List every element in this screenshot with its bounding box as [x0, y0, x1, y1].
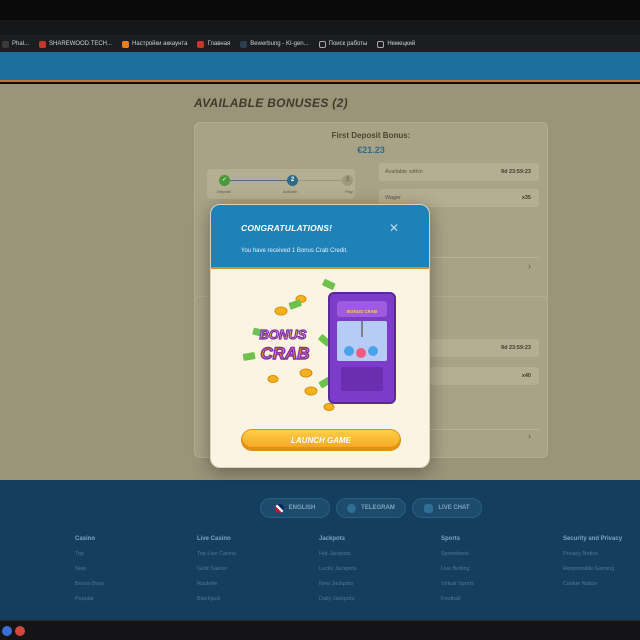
- browser-toolbar: [0, 20, 640, 36]
- check-icon: ✓: [219, 175, 230, 186]
- footer-link[interactable]: New Jackpots: [319, 581, 357, 587]
- footer-link[interactable]: Virtual Sports: [441, 581, 474, 587]
- bookmark[interactable]: SHAREWOOD.TECH...: [39, 40, 112, 48]
- site-footer: ENGLISH TELEGRAM LIVE CHAT Casino Top Ne…: [0, 480, 640, 620]
- footer-link[interactable]: Sportsbook: [441, 551, 474, 557]
- footer-link[interactable]: Gold Saloon: [197, 566, 236, 572]
- info-value: x40: [521, 373, 531, 379]
- step-3-dot: 3: [342, 175, 353, 186]
- bonus-card-title: First Deposit Bonus:: [331, 131, 411, 140]
- footer-link[interactable]: New: [75, 566, 104, 572]
- footer-link[interactable]: Blackjack: [197, 596, 236, 602]
- info-key: Available within: [385, 169, 423, 175]
- step-2-dot: 2: [287, 175, 298, 186]
- footer-link[interactable]: Daily Jackpots: [319, 596, 357, 602]
- bookmark[interactable]: Немецкий: [377, 40, 415, 48]
- live-chat-button[interactable]: LIVE CHAT: [412, 498, 482, 518]
- footer-link[interactable]: Popular: [75, 596, 104, 602]
- footer-heading: Live Casino: [197, 536, 231, 542]
- app-icon[interactable]: [2, 626, 12, 636]
- telegram-button[interactable]: TELEGRAM: [336, 498, 406, 518]
- footer-heading: Security and Privacy: [563, 536, 623, 542]
- footer-link[interactable]: Football: [441, 596, 474, 602]
- footer-link[interactable]: Hot Jackpots: [319, 551, 357, 557]
- step-label: Play: [345, 189, 353, 194]
- bookmark-icon: [197, 40, 205, 48]
- bookmark-icon: [39, 40, 47, 48]
- language-button[interactable]: ENGLISH: [260, 498, 330, 518]
- machine-label: BONUS CRAB: [347, 309, 378, 314]
- info-value: 9d 23:59:23: [501, 169, 531, 175]
- bookmark[interactable]: Главная: [197, 40, 230, 48]
- step-label: Activate: [283, 189, 298, 194]
- modal-header: CONGRATULATIONS! You have received 1 Bon…: [211, 205, 429, 269]
- step-label: Deposit: [217, 189, 231, 194]
- footer-column-sports: Sports Sportsbook Live Betting Virtual S…: [441, 536, 474, 611]
- footer-column-live-casino: Live Casino Top Live Casino Gold Saloon …: [197, 536, 236, 611]
- logo-bonus-text: BONUS: [260, 327, 307, 342]
- bookmark-icon: [2, 40, 9, 48]
- step-connector: [298, 180, 342, 181]
- congratulations-modal: CONGRATULATIONS! You have received 1 Bon…: [210, 204, 430, 468]
- footer-link[interactable]: Bonus Buys: [75, 581, 104, 587]
- bookmark[interactable]: Поиск работы: [318, 40, 367, 48]
- telegram-icon: [347, 503, 357, 513]
- modal-title: CONGRATULATIONS!: [241, 223, 333, 233]
- folder-icon: [318, 40, 326, 48]
- screen: Phal... SHAREWOOD.TECH... Настройки акка…: [0, 0, 640, 640]
- bookmark-icon: [240, 40, 248, 48]
- footer-link[interactable]: Live Betting: [441, 566, 474, 572]
- footer-heading: Jackpots: [319, 536, 346, 542]
- info-row-available: Available within 9d 23:59:23: [379, 163, 539, 181]
- footer-link[interactable]: Cookie Notice: [563, 581, 622, 587]
- footer-link[interactable]: Roulette: [197, 581, 236, 587]
- step-connector: [230, 180, 287, 181]
- footer-column-jackpots: Jackpots Hot Jackpots Lucky Jackpots New…: [319, 536, 357, 611]
- site-header: [0, 52, 640, 82]
- footer-heading: Casino: [75, 536, 96, 542]
- bookmark[interactable]: Bewerbung - KI-gen...: [240, 40, 309, 48]
- footer-link[interactable]: Lucky Jackpots: [319, 566, 357, 572]
- footer-column-casino: Casino Top New Bonus Buys Popular: [75, 536, 104, 611]
- modal-message: You have received 1 Bonus Crab Credit.: [241, 248, 348, 254]
- chevron-right-icon[interactable]: ›: [528, 261, 531, 271]
- chevron-right-icon[interactable]: ›: [528, 431, 531, 441]
- footer-link[interactable]: Privacy Notice: [563, 551, 622, 557]
- footer-column-security: Security and Privacy Privacy Notice Resp…: [563, 536, 622, 596]
- chat-icon: [424, 503, 434, 513]
- close-icon[interactable]: ✕: [387, 221, 401, 235]
- bookmark-icon: [122, 40, 130, 48]
- footer-link[interactable]: Top Live Casino: [197, 551, 236, 557]
- page-title: AVAILABLE BONUSES (2): [194, 96, 348, 110]
- app-icon[interactable]: [15, 626, 25, 636]
- bonus-crab-illustration: BONUS CRAB BONUS CRAB: [242, 279, 396, 411]
- browser-titlebar: [0, 0, 640, 20]
- bonus-card-amount: €21.23: [357, 145, 385, 155]
- os-taskbar: [0, 620, 640, 640]
- bookmarks-bar: Phal... SHAREWOOD.TECH... Настройки акка…: [0, 36, 640, 52]
- footer-heading: Sports: [441, 536, 461, 542]
- bonus-progress-steps: ✓ 2 3 Deposit Activate Play: [207, 169, 355, 199]
- bookmark[interactable]: Phal...: [2, 40, 29, 48]
- footer-link[interactable]: Top: [75, 551, 104, 557]
- bookmark[interactable]: Настройки аккаунта: [122, 40, 187, 48]
- footer-link[interactable]: Responsible Gaming: [563, 566, 622, 572]
- info-value: x35: [521, 195, 531, 201]
- folder-icon: [377, 40, 385, 48]
- uk-flag-icon: [274, 503, 284, 513]
- info-key: Wager: [385, 195, 401, 201]
- launch-game-button[interactable]: LAUNCH GAME: [241, 429, 401, 451]
- info-value: 9d 23:59:23: [501, 345, 531, 351]
- logo-crab-text: CRAB: [260, 344, 309, 363]
